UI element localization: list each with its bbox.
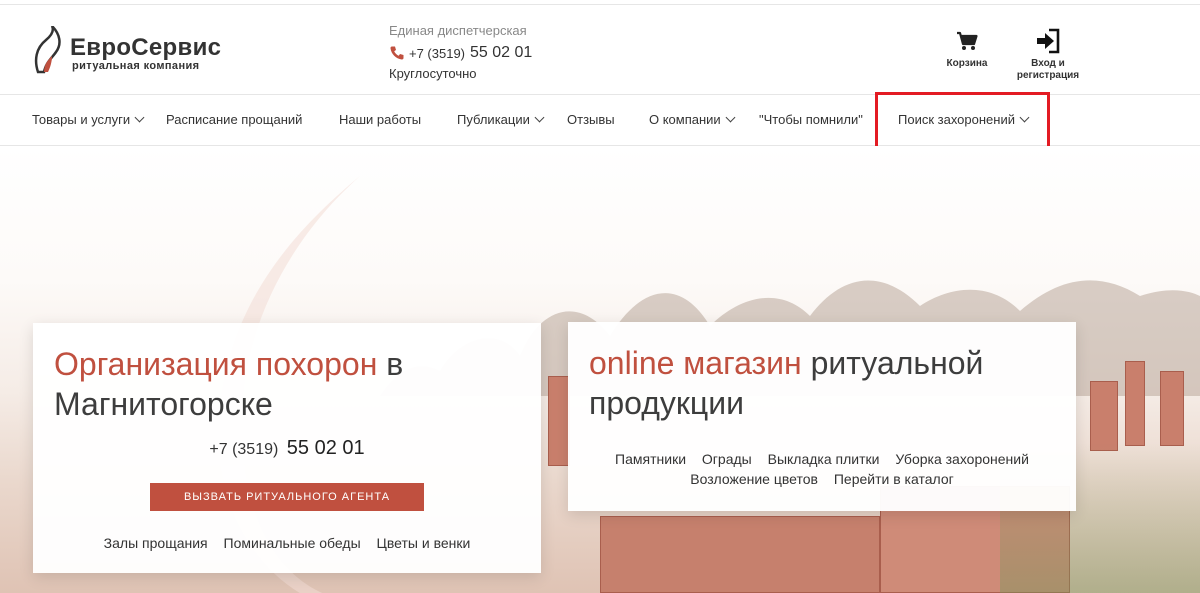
nav-item-reviews[interactable]: Отзывы [567,95,615,145]
top-divider [0,0,1200,5]
logo[interactable]: ЕвроСервис ритуальная компания [32,24,232,76]
call-agent-button[interactable]: ВЫЗВАТЬ РИТУАЛЬНОГО АГЕНТА [150,483,424,511]
card-links: Залы прощания Поминальные обеды Цветы и … [33,535,541,551]
link-monuments[interactable]: Памятники [615,451,686,467]
card-title-accent: online магазин [589,345,802,381]
brand-tagline: ритуальная компания [72,60,200,72]
login-button[interactable]: Вход и регистрация [1012,28,1084,82]
card-phone-prefix: +7 (3519) [209,441,279,458]
shop-links: Памятники Ограды Выкладка плитки Уборка … [568,449,1076,489]
nav-item-label: Публикации [457,112,530,127]
dispatcher-contact: Единая диспетчерская +7 (3519) 55 02 01 … [389,22,609,83]
flame-logo-icon [34,26,61,74]
nav-item-publications[interactable]: Публикации [457,95,545,145]
cart-icon [957,31,978,50]
link-tile-laying[interactable]: Выкладка плитки [768,451,880,467]
card-title-rest: ритуальной [801,345,984,381]
nav-item-label: О компании [649,112,721,127]
link-go-to-catalog[interactable]: Перейти в каталог [834,471,954,487]
nav-item-goods-services[interactable]: Товары и услуги [32,95,145,145]
nav-item-to-remember[interactable]: "Чтобы помнили" [759,95,863,145]
card-title: Организация похорон в Магнитогорске [54,344,524,424]
phone-number: 55 02 01 [470,44,533,61]
hero-banner: Организация похорон в Магнитогорске +7 (… [0,146,1200,593]
chevron-down-icon [534,112,545,123]
link-flowers-wreaths[interactable]: Цветы и венки [377,535,471,551]
site-header: ЕвроСервис ритуальная компания Единая ди… [0,0,1200,94]
grave-slab-graphic [600,516,880,593]
card-title-accent: Организация похорон [54,346,378,382]
card-title-products: продукции [589,385,744,421]
phone-prefix: +7 (3519) [409,45,466,61]
tombstone-graphic [1125,361,1145,446]
contact-hours: Круглосуточно [389,66,477,81]
login-label-line2: регистрация [1016,70,1080,81]
online-shop-card: online магазин ритуальной продукции Памя… [568,322,1076,511]
nav-item-label: "Чтобы помнили" [759,112,863,127]
chevron-down-icon [134,112,145,123]
phone-icon [390,46,404,60]
link-farewell-halls[interactable]: Залы прощания [104,535,208,551]
nav-item-label: Отзывы [567,112,615,127]
tombstone-graphic [1160,371,1184,446]
nav-item-label: Расписание прощаний [166,112,303,127]
funeral-organization-card: Организация похорон в Магнитогорске +7 (… [33,323,541,573]
cart-label: Корзина [946,58,988,69]
nav-item-about[interactable]: О компании [649,95,736,145]
contact-phone[interactable]: +7 (3519) 55 02 01 [389,42,609,64]
tombstone-graphic [548,376,570,466]
card-title-city: Магнитогорске [54,386,273,422]
contact-label: Единая диспетчерская [389,23,527,38]
card-phone-number: 55 02 01 [286,437,365,459]
annotation-highlight-box [875,92,1050,152]
nav-item-farewell-schedule[interactable]: Расписание прощаний [166,95,302,145]
chevron-down-icon [725,112,736,123]
link-memorial-dinners[interactable]: Поминальные обеды [224,535,361,551]
link-grave-cleaning[interactable]: Уборка захоронений [895,451,1029,467]
link-fences[interactable]: Ограды [702,451,752,467]
sign-in-icon [1037,28,1060,54]
card-phone[interactable]: +7 (3519) 55 02 01 [33,437,541,460]
nav-item-our-works[interactable]: Наши работы [339,95,421,145]
nav-item-label: Товары и услуги [32,112,131,127]
link-laying-flowers[interactable]: Возложение цветов [690,471,818,487]
nav-item-label: Наши работы [339,112,422,127]
card-title: online магазин ритуальной продукции [589,343,1069,423]
tombstone-graphic [1090,381,1118,451]
login-label-line1: Вход и [1031,58,1065,69]
cart-button[interactable]: Корзина [940,28,994,70]
card-title-rest: в [377,346,404,382]
brand-name: ЕвроСервис [70,34,222,61]
